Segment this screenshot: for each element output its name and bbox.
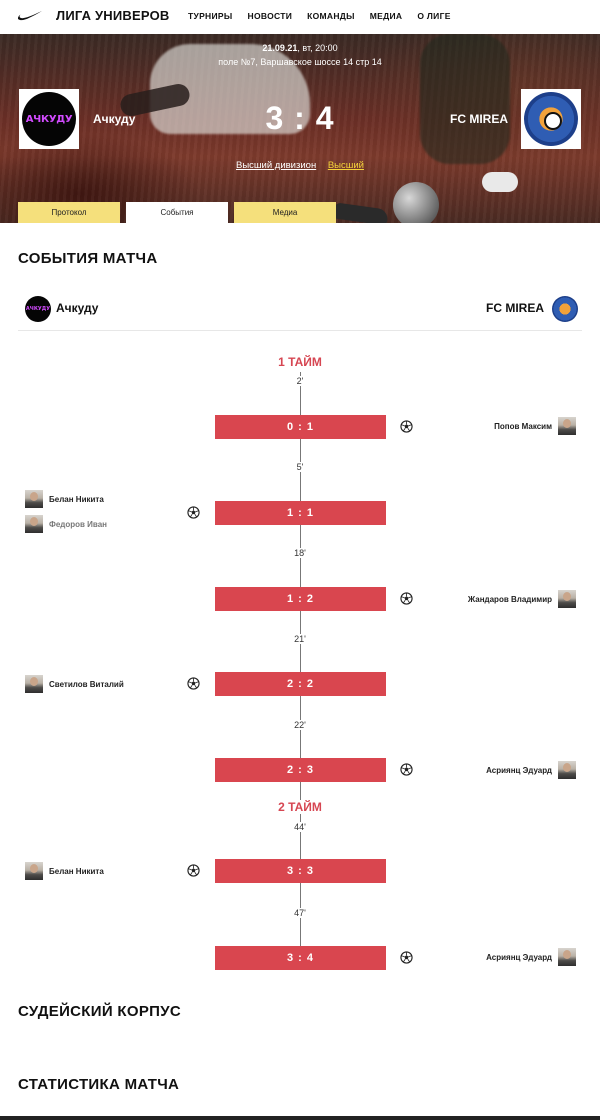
player-avatar xyxy=(558,417,576,435)
home-team-mini-logo[interactable]: АЧКУДУ xyxy=(25,296,51,322)
player-name: Асриянц Эдуард xyxy=(486,952,552,962)
menu-item-about[interactable]: О ЛИГЕ xyxy=(417,11,450,21)
event-minute: 18' xyxy=(292,548,308,558)
goal-scorer[interactable]: Асриянц Эдуард xyxy=(486,761,576,779)
match-hero: 21.09.21, вт, 20:00 поле №7, Варшавское … xyxy=(0,34,600,223)
player-avatar xyxy=(558,590,576,608)
nike-logo-icon[interactable] xyxy=(18,9,42,23)
division-links: Высший дивизион Высший xyxy=(0,160,600,171)
footer-edge xyxy=(0,1116,600,1120)
player-avatar xyxy=(25,515,43,533)
event-minute: 47' xyxy=(292,908,308,918)
event-minute: 5' xyxy=(294,462,306,472)
menu-item-teams[interactable]: КОМАНДЫ xyxy=(307,11,355,21)
menu-item-news[interactable]: НОВОСТИ xyxy=(248,11,293,21)
goal-scorer[interactable]: Белан Никита xyxy=(25,862,104,880)
event-minute: 22' xyxy=(292,720,308,730)
tab-media[interactable]: Медиа xyxy=(234,202,336,223)
tab-events[interactable]: События xyxy=(126,202,228,223)
match-tabs: Протокол События Медиа xyxy=(18,202,336,223)
away-team-logo[interactable] xyxy=(521,89,581,149)
menu-item-tournaments[interactable]: ТУРНИРЫ xyxy=(188,11,233,21)
player-avatar xyxy=(25,490,43,508)
event-minute: 2' xyxy=(294,376,306,386)
division-link[interactable]: Высший дивизион xyxy=(236,160,316,171)
stats-section-title: СТАТИСТИКА МАТЧА xyxy=(18,1076,180,1093)
goal-score-box: 1 : 1 xyxy=(215,501,386,525)
player-avatar xyxy=(25,862,43,880)
player-avatar xyxy=(558,948,576,966)
referees-section-title: СУДЕЙСКИЙ КОРПУС xyxy=(18,1003,181,1020)
half-2-label: 2 ТАЙМ xyxy=(270,800,330,814)
player-name: Попов Максим xyxy=(494,421,552,431)
events-teams-header: АЧКУДУ Ачкуду FC MIREA xyxy=(18,288,582,331)
match-date: 21.09.21, вт, 20:00 xyxy=(262,43,338,53)
site-brand[interactable]: ЛИГА УНИВЕРОВ xyxy=(56,8,170,23)
player-name: Жандаров Владимир xyxy=(467,594,552,604)
half-1-label: 1 ТАЙМ xyxy=(270,355,330,369)
match-score: 3 : 4 xyxy=(265,100,335,136)
football-icon xyxy=(187,506,200,519)
football-icon xyxy=(400,763,413,776)
player-name: Светилов Виталий xyxy=(49,679,124,689)
goal-score-box: 3 : 3 xyxy=(215,859,386,883)
football-icon xyxy=(400,592,413,605)
football-icon xyxy=(187,864,200,877)
hero-football xyxy=(393,182,439,223)
goal-score-box: 1 : 2 xyxy=(215,587,386,611)
event-minute: 44' xyxy=(292,822,308,832)
goal-score-box: 3 : 4 xyxy=(215,946,386,970)
player-avatar xyxy=(558,761,576,779)
goal-score-box: 2 : 3 xyxy=(215,758,386,782)
player-name: Белан Никита xyxy=(49,866,104,876)
football-icon xyxy=(400,951,413,964)
goal-score-box: 0 : 1 xyxy=(215,415,386,439)
goal-scorer[interactable]: Асриянц Эдуард xyxy=(486,948,576,966)
match-place: поле №7, Варшавское шоссе 14 стр 14 xyxy=(218,57,382,67)
away-team-mini-logo[interactable] xyxy=(552,296,578,322)
hero-player-figure-2 xyxy=(420,34,510,164)
football-icon xyxy=(400,420,413,433)
events-section-title: СОБЫТИЯ МАТЧА xyxy=(18,250,158,267)
player-name: Белан Никита xyxy=(49,494,104,504)
player-avatar xyxy=(25,675,43,693)
home-team-label[interactable]: Ачкуду xyxy=(56,301,98,315)
goal-scorer[interactable]: Попов Максим xyxy=(494,417,576,435)
event-minute: 21' xyxy=(292,634,308,644)
main-menu: ТУРНИРЫ НОВОСТИ КОМАНДЫ МЕДИА О ЛИГЕ xyxy=(188,11,451,21)
goal-scorer[interactable]: Белан Никита xyxy=(25,490,104,508)
tab-protocol[interactable]: Протокол xyxy=(18,202,120,223)
goal-score-box: 2 : 2 xyxy=(215,672,386,696)
away-team-name[interactable]: FC MIREA xyxy=(450,112,508,126)
hero-boot-2 xyxy=(482,172,518,192)
football-icon xyxy=(187,677,200,690)
player-name: Асриянц Эдуард xyxy=(486,765,552,775)
goal-assist[interactable]: Федоров Иван xyxy=(25,515,107,533)
player-name: Федоров Иван xyxy=(49,519,107,529)
league-link[interactable]: Высший xyxy=(328,160,364,171)
top-nav: ЛИГА УНИВЕРОВ ТУРНИРЫ НОВОСТИ КОМАНДЫ МЕ… xyxy=(0,0,600,34)
goal-scorer[interactable]: Светилов Виталий xyxy=(25,675,124,693)
away-team-label[interactable]: FC MIREA xyxy=(486,301,544,315)
menu-item-media[interactable]: МЕДИА xyxy=(370,11,403,21)
goal-scorer[interactable]: Жандаров Владимир xyxy=(468,590,576,608)
